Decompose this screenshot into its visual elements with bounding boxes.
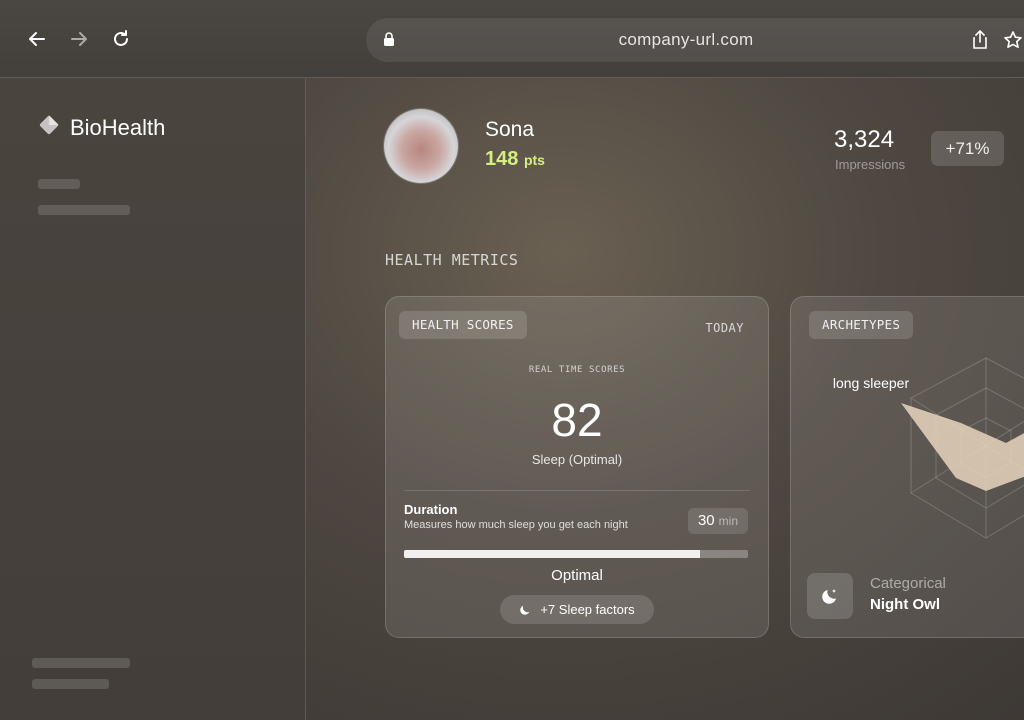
category-label: Categorical (870, 575, 946, 592)
radar-axis-label: long sleeper (832, 375, 910, 391)
category-value: Night Owl (870, 596, 940, 613)
moon-stars-icon (822, 589, 836, 604)
sidebar-placeholder-line (32, 658, 130, 668)
sleep-factors-label: +7 Sleep factors (540, 602, 635, 617)
period-label[interactable]: TODAY (705, 321, 744, 335)
duration-progress-bar (404, 550, 748, 558)
archetypes-chip[interactable]: ARCHETYPES (809, 311, 914, 339)
health-scores-chip[interactable]: HEALTH SCORES (399, 311, 527, 339)
share-icon[interactable] (972, 30, 988, 54)
moon-icon (520, 605, 530, 615)
night-icon-badge (807, 573, 853, 619)
sidebar-placeholder-line (38, 205, 130, 215)
sidebar: BioHealth (0, 78, 306, 720)
metric-description: Measures how much sleep you get each nig… (404, 519, 628, 531)
metric-title: Duration (404, 502, 458, 517)
health-scores-card: HEALTH SCORES TODAY REAL TIME SCORES 82 … (385, 296, 769, 638)
sidebar-placeholder-line (38, 179, 80, 189)
archetype-radar-chart (901, 357, 1024, 539)
duration-value-badge: 30 min (687, 508, 748, 534)
brand-logo[interactable]: BioHealth (38, 114, 165, 141)
browser-toolbar: company-url.com (0, 0, 1024, 78)
diamond-logo-icon (38, 114, 60, 141)
impressions-label: Impressions (835, 157, 906, 172)
divider (404, 490, 750, 491)
bookmark-star-icon[interactable] (1003, 30, 1023, 55)
scores-caption: REAL TIME SCORES (528, 365, 626, 375)
url-text: company-url.com (618, 30, 754, 49)
sleep-score: 82 (551, 394, 603, 446)
change-badge: +71% (931, 131, 1004, 166)
duration-progress-fill (404, 550, 700, 558)
reload-icon[interactable] (109, 27, 133, 51)
address-bar[interactable]: company-url.com (366, 18, 1024, 62)
radar-area (901, 403, 1024, 491)
user-name: Sona (485, 118, 535, 141)
archetypes-card: ARCHETYPES long sleeper Categorical Nigh… (790, 296, 1024, 638)
forward-arrow-icon[interactable] (67, 27, 91, 51)
impressions-value: 3,324 (834, 126, 895, 153)
sleep-score-label: Sleep (Optimal) (531, 452, 623, 467)
sidebar-placeholder-line (32, 679, 109, 689)
user-points: 148 pts (485, 148, 545, 170)
status-text: Optimal (551, 567, 603, 584)
sleep-factors-button[interactable]: +7 Sleep factors (500, 595, 654, 624)
section-title: HEALTH METRICS (385, 251, 519, 269)
avatar[interactable] (384, 109, 458, 183)
brand-name: BioHealth (70, 114, 166, 140)
back-arrow-icon[interactable] (25, 27, 49, 51)
